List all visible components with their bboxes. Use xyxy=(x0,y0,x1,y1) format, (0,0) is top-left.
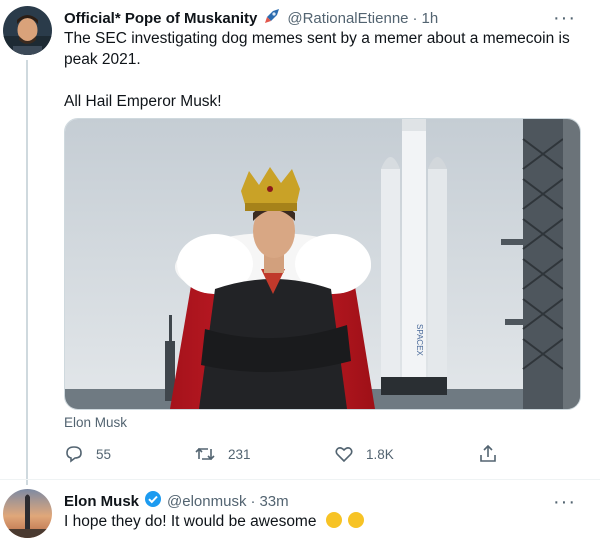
retweet-count: 231 xyxy=(228,446,251,462)
share-icon xyxy=(480,444,496,462)
reply-count: 55 xyxy=(96,446,112,462)
heart-icon xyxy=(335,447,353,463)
tweet-text-line: peak 2021. xyxy=(64,51,141,68)
like-count: 1.8K xyxy=(366,446,394,462)
rolling-on-floor-laughing-icon xyxy=(325,512,342,528)
share-button[interactable] xyxy=(478,444,510,464)
separator: · xyxy=(250,492,256,510)
tweet-header: Official* Pope of Muskanity @RationalEti… xyxy=(64,7,438,29)
timestamp[interactable]: 33m xyxy=(259,493,288,510)
rocket-icon xyxy=(263,7,281,29)
reply-button[interactable]: 55 xyxy=(64,444,111,464)
tweet-header: Elon Musk @elonmusk · 33m xyxy=(64,490,289,512)
emperor-rocket-image: SPACEX xyxy=(65,119,580,409)
tweet-text-line: The SEC investigating dog memes sent by … xyxy=(64,30,570,47)
tweet-1[interactable]: Official* Pope of Muskanity @RationalEti… xyxy=(0,0,600,485)
media-caption: Elon Musk xyxy=(64,415,128,430)
more-options-icon[interactable]: ··· xyxy=(553,492,576,512)
reply-icon xyxy=(66,446,82,463)
like-button[interactable]: 1.8K xyxy=(334,444,394,464)
thread-line xyxy=(26,60,28,485)
retweet-icon xyxy=(195,447,215,461)
avatar[interactable] xyxy=(3,489,52,538)
rolling-on-floor-laughing-icon xyxy=(348,512,365,528)
more-options-icon[interactable]: ··· xyxy=(553,8,576,28)
timestamp[interactable]: 1h xyxy=(422,10,439,27)
tweet-2[interactable]: Elon Musk @elonmusk · 33m ··· I hope the… xyxy=(0,480,600,542)
display-name[interactable]: Official* Pope of Muskanity xyxy=(64,10,257,27)
tweet-text-body: I hope they do! It would be awesome xyxy=(64,513,317,530)
display-name[interactable]: Elon Musk xyxy=(64,493,139,510)
tweet-actions: 55 231 1.8K xyxy=(64,444,524,466)
tweet-image[interactable]: SPACEX xyxy=(64,118,581,410)
handle[interactable]: @RationalEtienne xyxy=(287,10,408,27)
handle[interactable]: @elonmusk xyxy=(167,493,246,510)
verified-badge-icon xyxy=(144,490,162,512)
retweet-button[interactable]: 231 xyxy=(194,444,251,464)
tweet-text: The SEC investigating dog memes sent by … xyxy=(64,28,570,112)
rocket-text: SPACEX xyxy=(415,324,424,357)
avatar[interactable] xyxy=(3,6,52,55)
tweet-text: I hope they do! It would be awesome xyxy=(64,511,365,532)
tweet-text-line: All Hail Emperor Musk! xyxy=(64,93,222,110)
separator: · xyxy=(412,9,418,27)
